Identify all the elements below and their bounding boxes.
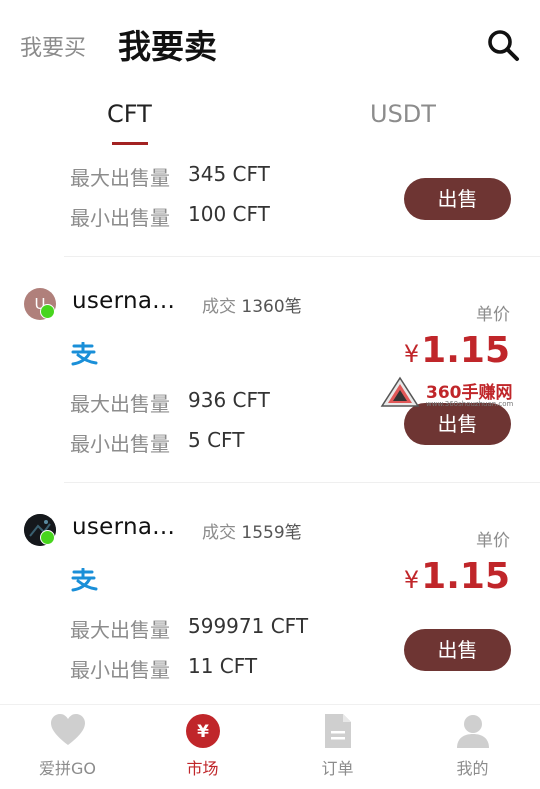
online-status-dot: [40, 304, 55, 319]
alipay-icon: [71, 342, 98, 366]
alipay-icon: [71, 568, 98, 592]
username[interactable]: userna...: [72, 514, 175, 540]
max-amount-label: 最大出售量: [70, 166, 170, 190]
tab-market[interactable]: ¥ 市场: [135, 705, 270, 789]
min-amount-label: 最小出售量: [70, 432, 170, 456]
max-amount-label: 最大出售量: [70, 392, 170, 416]
min-amount-value: 11 CFT: [188, 654, 258, 678]
tab-aipingo[interactable]: 爱拼GO: [0, 705, 135, 789]
max-amount-value: 936 CFT: [188, 388, 270, 412]
sell-button[interactable]: 出售: [404, 178, 511, 220]
trade-count: 成交 1559笔: [202, 523, 302, 543]
username[interactable]: userna...: [72, 288, 175, 314]
max-amount-value: 599971 CFT: [188, 614, 309, 638]
listing-card: U userna... 成交 1360笔 单价 ¥1.15 最大出售量 936 …: [0, 258, 540, 482]
sell-button[interactable]: 出售: [404, 629, 511, 671]
watermark-logo: [380, 376, 420, 407]
tab-label: 我的: [456, 759, 489, 778]
tab-mine[interactable]: 我的: [405, 705, 540, 789]
divider: [64, 482, 540, 483]
min-amount-label: 最小出售量: [70, 206, 170, 230]
tab-label: 爱拼GO: [39, 759, 96, 778]
watermark-url: www.360shouzhuan.com: [426, 400, 514, 408]
online-status-dot: [40, 530, 55, 545]
min-amount-label: 最小出售量: [70, 658, 170, 682]
tab-label: 订单: [321, 759, 354, 778]
bottom-tab-bar: 爱拼GO ¥ 市场 订单 我的: [0, 704, 540, 789]
listing-card-partial: 最大出售量 345 CFT 最小出售量 100 CFT 出售: [0, 0, 540, 260]
tab-orders[interactable]: 订单: [270, 705, 405, 789]
unit-price: ¥1.15: [403, 330, 510, 371]
unit-price-label: 单价: [476, 305, 510, 325]
divider: [64, 256, 540, 257]
trade-count: 成交 1360笔: [202, 297, 302, 317]
unit-price-label: 单价: [476, 531, 510, 551]
document-icon: [324, 714, 351, 748]
person-icon: [456, 715, 489, 748]
min-amount-value: 100 CFT: [188, 202, 270, 226]
tab-label: 市场: [186, 759, 219, 778]
unit-price: ¥1.15: [403, 556, 510, 597]
max-amount-label: 最大出售量: [70, 618, 170, 642]
min-amount-value: 5 CFT: [188, 428, 245, 452]
yen-coin-icon: ¥: [185, 714, 220, 748]
heart-icon: [50, 714, 85, 745]
watermark: 360手赚网 www.360shouzhuan.com: [380, 376, 540, 412]
max-amount-value: 345 CFT: [188, 162, 270, 186]
listing-card: userna... 成交 1559笔 单价 ¥1.15 最大出售量 599971…: [0, 484, 540, 704]
svg-text:¥: ¥: [197, 722, 209, 742]
